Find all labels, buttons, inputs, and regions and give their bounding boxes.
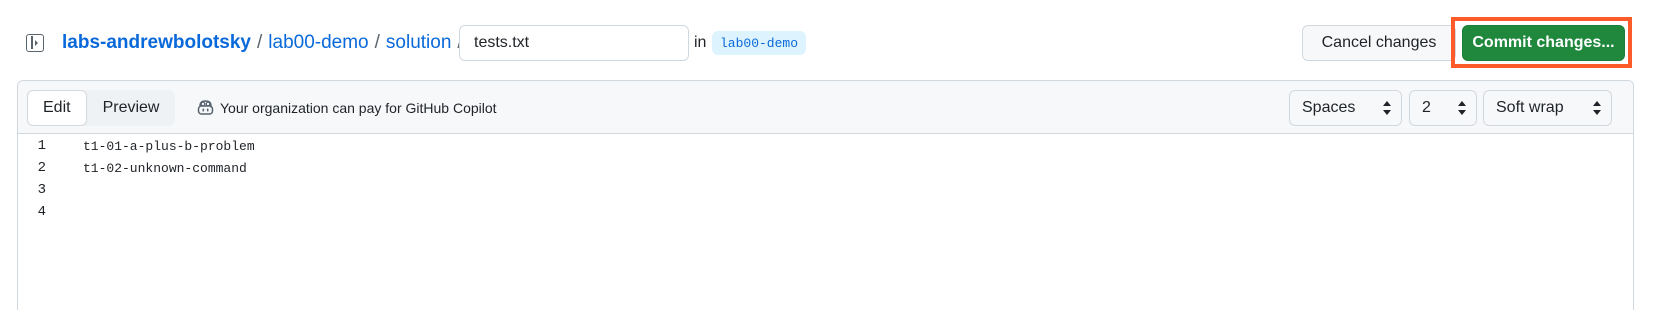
filename-input[interactable]	[459, 25, 689, 61]
sidebar-toggle-icon[interactable]	[26, 34, 44, 52]
commit-changes-button[interactable]: Commit changes...	[1462, 25, 1625, 61]
chevron-up-down-icon	[1383, 101, 1391, 115]
chevron-up-down-icon	[1593, 101, 1601, 115]
file-edit-header: labs-andrewbolotsky / lab00-demo / solut…	[0, 0, 1669, 80]
line-number: 1	[37, 138, 46, 154]
indent-size-value: 2	[1422, 99, 1431, 116]
tab-edit[interactable]: Edit	[27, 90, 87, 126]
code-line[interactable]: 4	[18, 201, 1633, 223]
breadcrumb: labs-andrewbolotsky / lab00-demo / solut…	[62, 30, 469, 56]
indent-mode-value: Spaces	[1302, 99, 1356, 116]
tab-preview[interactable]: Preview	[87, 90, 176, 126]
wrap-mode-value: Soft wrap	[1496, 99, 1564, 116]
line-content[interactable]: t1-01-a-plus-b-problem	[83, 139, 255, 154]
chevron-up-down-icon	[1458, 101, 1466, 115]
breadcrumb-folder-link[interactable]: solution	[386, 32, 452, 54]
line-number: 3	[37, 182, 46, 198]
breadcrumb-separator: /	[257, 32, 263, 53]
branch-name-badge: lab00-demo	[712, 31, 807, 55]
breadcrumb-separator: /	[374, 32, 380, 53]
line-number: 4	[37, 204, 46, 220]
copilot-notice-text: Your organization can pay for GitHub Cop…	[220, 99, 497, 116]
line-number: 2	[37, 160, 46, 176]
copilot-icon	[196, 98, 215, 117]
breadcrumb-owner-link[interactable]: labs-andrewbolotsky	[62, 32, 251, 54]
branch-in-label: in	[694, 34, 707, 51]
editor-toolbar: Edit Preview Your organization can pay f…	[18, 81, 1633, 134]
cancel-changes-button[interactable]: Cancel changes	[1302, 25, 1456, 61]
code-line[interactable]: 2 t1-02-unknown-command	[18, 157, 1633, 179]
code-line[interactable]: 1 t1-01-a-plus-b-problem	[18, 135, 1633, 157]
code-line[interactable]: 3	[18, 179, 1633, 201]
edit-preview-tabs: Edit Preview	[27, 90, 176, 126]
copilot-notice[interactable]: Your organization can pay for GitHub Cop…	[196, 98, 497, 117]
breadcrumb-repo-link[interactable]: lab00-demo	[268, 32, 368, 54]
line-content[interactable]: t1-02-unknown-command	[83, 161, 247, 176]
indent-mode-select[interactable]: Spaces	[1289, 90, 1402, 126]
indent-size-select[interactable]: 2	[1409, 90, 1477, 126]
wrap-mode-select[interactable]: Soft wrap	[1483, 90, 1612, 126]
code-editor-area[interactable]: 1 t1-01-a-plus-b-problem 2 t1-02-unknown…	[18, 135, 1633, 223]
file-editor: Edit Preview Your organization can pay f…	[17, 80, 1634, 310]
